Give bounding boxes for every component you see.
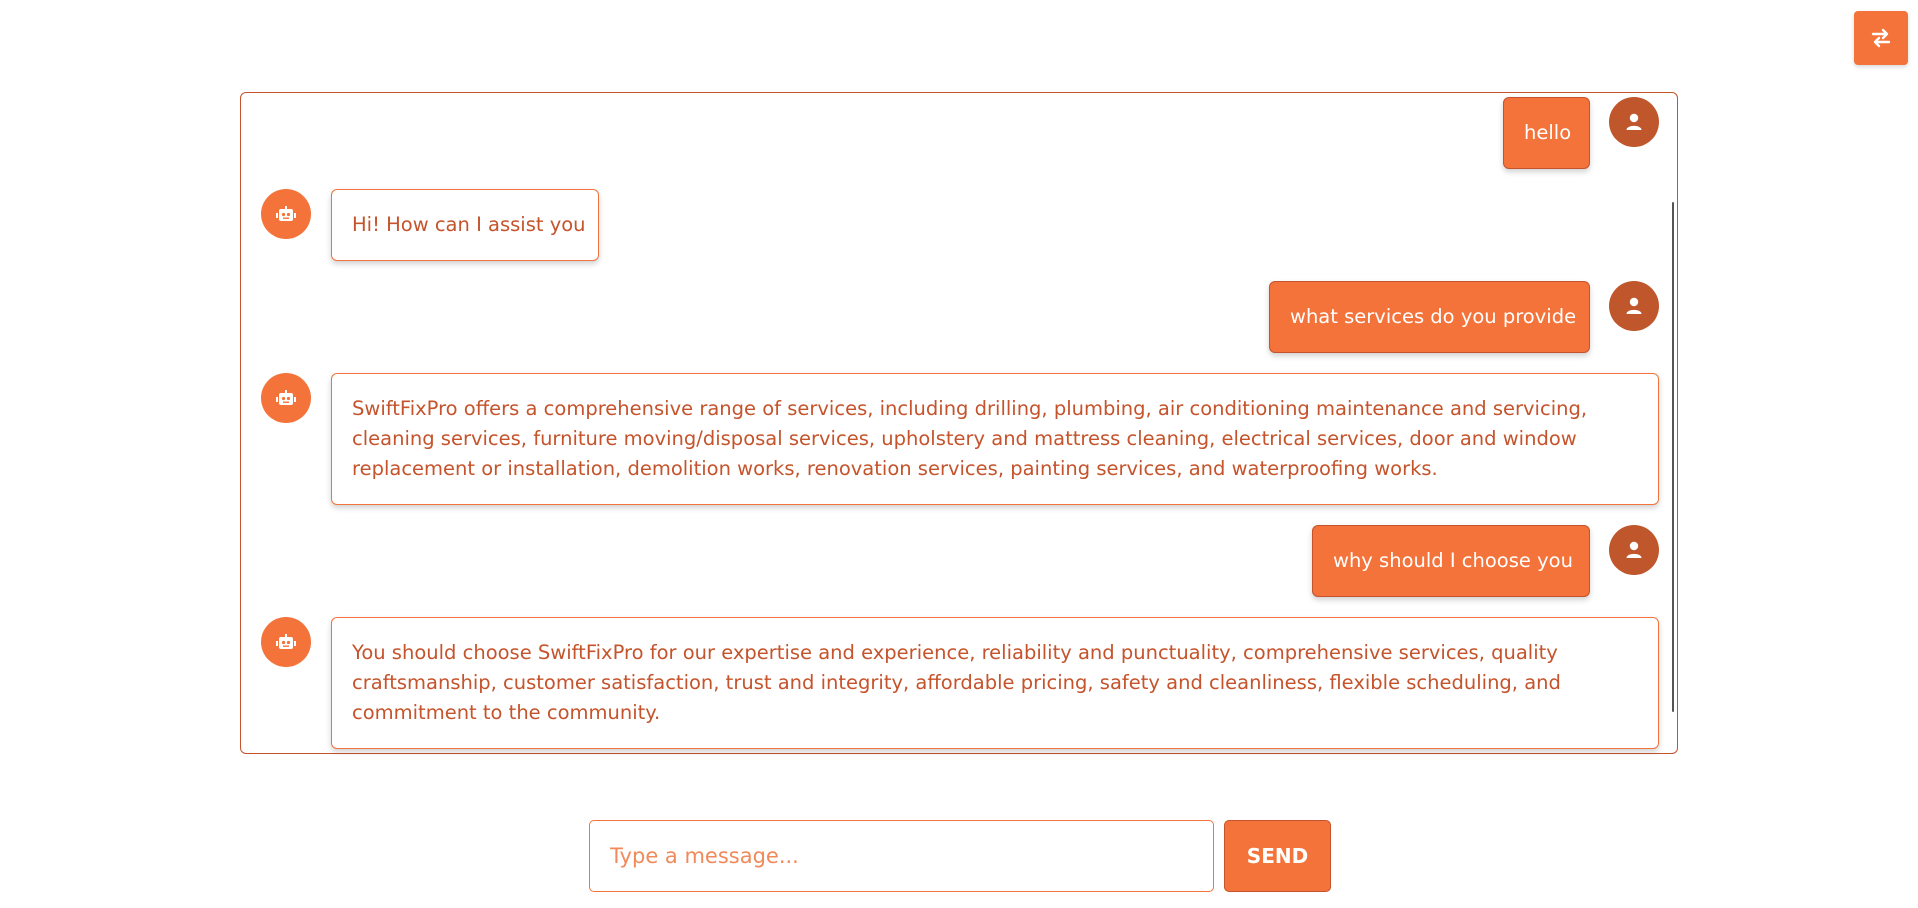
- robot-icon: [276, 390, 296, 405]
- chat-scrollbar[interactable]: [1672, 202, 1674, 712]
- message-input[interactable]: [589, 820, 1214, 892]
- bot-message-bubble: SwiftFixPro offers a comprehensive range…: [331, 373, 1659, 505]
- send-button[interactable]: SEND: [1224, 820, 1331, 892]
- user-avatar: [1609, 97, 1659, 147]
- bot-avatar: [261, 373, 311, 423]
- user-message-bubble: what services do you provide: [1269, 281, 1590, 353]
- bot-avatar: [261, 189, 311, 239]
- swap-button[interactable]: [1854, 11, 1908, 65]
- user-avatar: [1609, 525, 1659, 575]
- bot-message-bubble: Hi! How can I assist you: [331, 189, 599, 261]
- person-icon: [1626, 297, 1642, 314]
- swap-arrows-icon: [1871, 28, 1891, 48]
- user-message-bubble: hello: [1503, 97, 1590, 169]
- robot-icon: [276, 634, 296, 649]
- user-avatar: [1609, 281, 1659, 331]
- robot-icon: [276, 206, 296, 221]
- bot-message-bubble: You should choose SwiftFixPro for our ex…: [331, 617, 1659, 749]
- bot-avatar: [261, 617, 311, 667]
- user-message-bubble: why should I choose you: [1312, 525, 1590, 597]
- person-icon: [1626, 113, 1642, 130]
- person-icon: [1626, 541, 1642, 558]
